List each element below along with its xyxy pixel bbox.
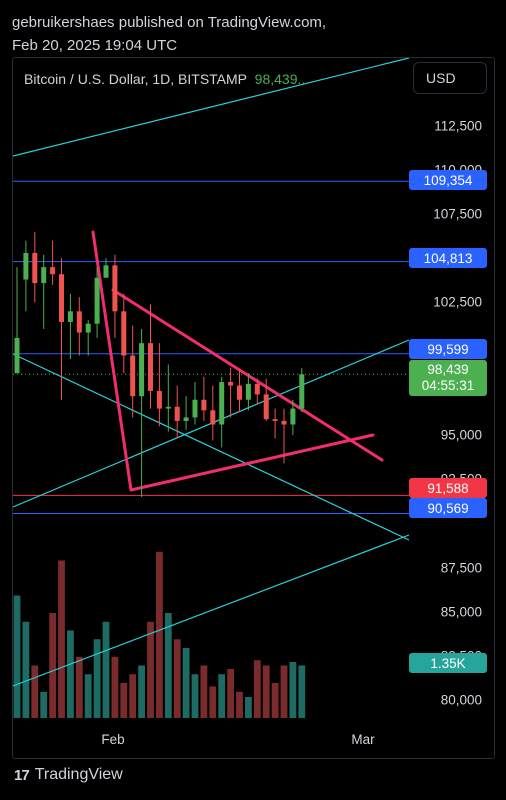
time-label-feb: Feb xyxy=(101,732,125,747)
candle-body xyxy=(174,406,180,421)
volume-bar xyxy=(218,674,226,718)
last-price-tag: 98,439 04:55:31 xyxy=(409,360,487,396)
volume-bar xyxy=(271,683,279,718)
volume-bar xyxy=(93,639,101,718)
currency-button[interactable]: USD xyxy=(413,62,487,94)
candle-body xyxy=(156,390,162,409)
volume-bar xyxy=(227,669,234,718)
volume-bar xyxy=(253,660,261,718)
volume-bar xyxy=(200,665,208,718)
candle-body xyxy=(281,420,287,425)
candle-body xyxy=(41,267,47,284)
volume-bar xyxy=(236,691,243,718)
candle-body xyxy=(139,343,145,397)
last-price-header: 98,439... xyxy=(254,71,310,87)
candle-body xyxy=(148,343,153,391)
price-tick-label: 87,500 xyxy=(440,560,482,576)
volume-bar xyxy=(164,613,172,718)
price-tick-label: 85,000 xyxy=(440,604,482,620)
price-tick-label: 102,500 xyxy=(433,294,482,310)
candle-body xyxy=(263,394,269,420)
level-tag-99599: 99,599 xyxy=(409,339,487,359)
candle-body xyxy=(299,374,305,409)
time-label-mar: Mar xyxy=(351,732,375,747)
tradingview-brand: TradingView xyxy=(34,766,123,783)
volume-bar xyxy=(209,686,217,718)
triangle-pattern-upper xyxy=(111,288,384,462)
candle-body xyxy=(219,382,225,425)
tradingview-mark-icon: 17 xyxy=(14,766,30,784)
trend-line-4 xyxy=(13,534,410,687)
volume-bar xyxy=(262,665,270,718)
volume-bar xyxy=(49,613,56,718)
candle-body xyxy=(76,311,82,333)
publish-date: Feb 20, 2025 19:04 UTC xyxy=(12,37,178,54)
volume-bar xyxy=(129,674,137,718)
candle-body xyxy=(50,267,56,275)
candle-body xyxy=(245,383,251,400)
volume-bar xyxy=(67,630,74,718)
candle-body xyxy=(228,382,234,386)
volume-bar xyxy=(75,656,83,718)
trend-line-2 xyxy=(13,353,410,541)
level-tag-104813: 104,813 xyxy=(409,248,487,268)
volume-bar xyxy=(182,648,190,718)
candle-body xyxy=(121,311,127,356)
volume-bar xyxy=(289,662,297,718)
volume-bar xyxy=(31,665,39,718)
price-tick-label: 112,500 xyxy=(434,118,482,134)
candle-body xyxy=(59,274,64,322)
tradingview-logo[interactable]: 17 TradingView xyxy=(14,766,123,784)
chart-panel[interactable]: Bitcoin / U.S. Dollar, 1D, BITSTAMP 98,4… xyxy=(12,57,495,759)
volume-bar xyxy=(102,621,110,718)
candle-body xyxy=(192,399,198,418)
price-tick-label: 80,000 xyxy=(440,692,482,708)
candle-body xyxy=(103,265,109,278)
candle-body xyxy=(67,311,73,322)
candle-body xyxy=(112,265,118,312)
symbol-title-row: Bitcoin / U.S. Dollar, 1D, BITSTAMP 98,4… xyxy=(24,71,309,87)
candle-body xyxy=(32,252,38,284)
price-tick-label: 107,500 xyxy=(433,206,482,222)
candle-body xyxy=(23,252,29,280)
volume-bar xyxy=(120,683,128,718)
candle-body xyxy=(290,408,296,425)
last-price-value: 98,439 xyxy=(427,362,469,377)
volume-bar xyxy=(191,674,199,718)
symbol-title: Bitcoin / U.S. Dollar, 1D, BITSTAMP xyxy=(24,71,247,87)
candle-body xyxy=(85,323,91,333)
volume-bar xyxy=(138,665,145,718)
candle-body xyxy=(254,383,260,395)
volume-bar xyxy=(58,560,65,718)
volume-bar xyxy=(156,551,163,718)
volume-bar xyxy=(280,665,288,718)
volume-bar xyxy=(245,697,252,718)
volume-bar xyxy=(40,691,48,718)
level-tag-91588: 91,588 xyxy=(409,478,487,498)
volume-bar xyxy=(173,639,181,718)
candle-body xyxy=(165,406,171,409)
candle-body xyxy=(183,417,189,421)
level-tag-109354: 109,354 xyxy=(409,170,487,190)
volume-bar xyxy=(84,674,92,718)
volume-tag: 1.35K xyxy=(409,653,487,673)
candle-body xyxy=(272,419,278,421)
candle-body xyxy=(130,355,136,397)
candle-body xyxy=(201,399,207,411)
publisher-line: gebruikershaes published on TradingView.… xyxy=(12,14,327,31)
price-tick-label: 95,000 xyxy=(440,427,482,443)
candle-body xyxy=(237,385,242,400)
volume-bar xyxy=(13,595,21,718)
candle-body xyxy=(14,337,20,374)
volume-bar xyxy=(147,621,154,718)
volume-bar xyxy=(22,621,30,718)
candle-body xyxy=(94,277,100,324)
level-tag-90569: 90,569 xyxy=(409,498,487,518)
volume-bar xyxy=(111,656,119,718)
volume-bar xyxy=(298,665,306,718)
candle-body xyxy=(210,410,216,425)
bar-countdown: 04:55:31 xyxy=(421,378,475,393)
